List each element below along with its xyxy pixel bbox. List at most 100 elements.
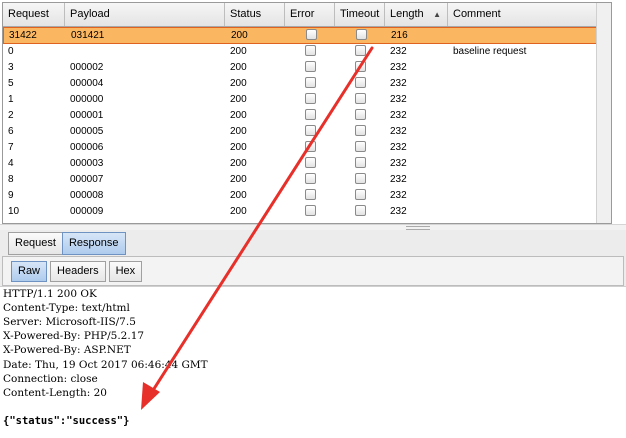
cell-error xyxy=(285,156,335,172)
error-checkbox[interactable] xyxy=(304,44,316,56)
cell-request: 9 xyxy=(8,190,14,201)
cell-timeout xyxy=(335,188,385,204)
cell-comment xyxy=(448,92,611,108)
column-header-error[interactable]: Error xyxy=(285,3,335,26)
error-checkbox[interactable] xyxy=(305,28,317,40)
response-header-line: X-Powered-By: ASP.NET xyxy=(3,344,131,356)
cell-error xyxy=(285,188,335,204)
cell-request: 8 xyxy=(8,174,14,185)
cell-payload: 000006 xyxy=(70,142,104,153)
table-row[interactable]: 8 000007 200 232 xyxy=(3,172,611,188)
cell-request: 2 xyxy=(8,110,14,121)
timeout-checkbox[interactable] xyxy=(354,204,366,216)
table-row[interactable]: 5 000004 200 232 xyxy=(3,76,611,92)
cell-status: 200 xyxy=(230,110,247,121)
timeout-checkbox[interactable] xyxy=(354,156,366,168)
cell-length: 232 xyxy=(390,62,407,73)
error-checkbox[interactable] xyxy=(304,204,316,216)
cell-status: 200 xyxy=(230,126,247,137)
cell-status: 200 xyxy=(230,62,247,73)
tab-raw[interactable]: Raw xyxy=(11,261,48,282)
table-row[interactable]: 9 000008 200 232 xyxy=(3,188,611,204)
response-raw-view[interactable]: HTTP/1.1 200 OK Content-Type: text/html … xyxy=(0,286,626,438)
error-checkbox[interactable] xyxy=(304,60,316,72)
table-row[interactable]: 7 000006 200 232 xyxy=(3,140,611,156)
response-header-line: Date: Thu, 19 Oct 2017 06:46:44 GMT xyxy=(3,359,208,371)
error-checkbox[interactable] xyxy=(304,92,316,104)
cell-timeout xyxy=(335,172,385,188)
response-body: {"status":"success"} xyxy=(3,415,130,427)
cell-payload: 000003 xyxy=(70,158,104,169)
cell-status: 200 xyxy=(230,190,247,201)
table-row[interactable]: 4 000003 200 232 xyxy=(3,156,611,172)
cell-timeout xyxy=(335,204,385,220)
column-header-status[interactable]: Status xyxy=(225,3,285,26)
results-table: Request Payload Status Error Timeout Len… xyxy=(2,2,612,224)
cell-length: 232 xyxy=(390,78,407,89)
cell-payload: 000005 xyxy=(70,126,104,137)
column-header-comment[interactable]: Comment xyxy=(448,3,611,26)
cell-length: 232 xyxy=(390,158,407,169)
error-checkbox[interactable] xyxy=(304,156,316,168)
cell-request: 10 xyxy=(8,206,20,217)
tab-headers[interactable]: Headers xyxy=(50,261,106,282)
cell-comment xyxy=(448,140,611,156)
cell-error xyxy=(285,140,335,156)
cell-request: 6 xyxy=(8,126,14,137)
table-scrollbar[interactable] xyxy=(596,3,611,223)
error-checkbox[interactable] xyxy=(304,124,316,136)
table-row[interactable]: 10 000009 200 232 xyxy=(3,204,611,220)
column-header-length[interactable]: Length ▲ xyxy=(385,3,448,26)
error-checkbox[interactable] xyxy=(304,172,316,184)
cell-request: 7 xyxy=(8,142,14,153)
table-row[interactable]: 2 000001 200 232 xyxy=(3,108,611,124)
cell-payload: 000007 xyxy=(70,174,104,185)
cell-length: 232 xyxy=(390,142,407,153)
timeout-checkbox[interactable] xyxy=(354,172,366,184)
table-row[interactable]: 1 000000 200 232 xyxy=(3,92,611,108)
cell-comment: baseline request xyxy=(453,46,527,57)
error-checkbox[interactable] xyxy=(304,108,316,120)
cell-length: 232 xyxy=(390,110,407,121)
timeout-checkbox[interactable] xyxy=(354,108,366,120)
cell-error xyxy=(285,108,335,124)
response-status-line: HTTP/1.1 200 OK xyxy=(3,288,97,300)
tab-response[interactable]: Response xyxy=(61,232,126,255)
timeout-checkbox[interactable] xyxy=(354,124,366,136)
timeout-checkbox[interactable] xyxy=(354,92,366,104)
cell-timeout xyxy=(335,108,385,124)
column-header-payload[interactable]: Payload xyxy=(65,3,225,26)
cell-status: 200 xyxy=(230,78,247,89)
table-row[interactable]: 0 200 232 baseline request xyxy=(3,44,611,60)
cell-status: 200 xyxy=(230,206,247,217)
cell-timeout xyxy=(335,124,385,140)
error-checkbox[interactable] xyxy=(304,76,316,88)
cell-timeout xyxy=(335,92,385,108)
timeout-checkbox[interactable] xyxy=(354,140,366,152)
cell-error xyxy=(285,124,335,140)
timeout-checkbox[interactable] xyxy=(354,76,366,88)
cell-timeout xyxy=(335,76,385,92)
cell-status: 200 xyxy=(230,142,247,153)
column-header-timeout[interactable]: Timeout xyxy=(335,3,385,26)
column-header-request[interactable]: Request xyxy=(3,3,65,26)
timeout-checkbox[interactable] xyxy=(354,188,366,200)
cell-error xyxy=(285,92,335,108)
table-row[interactable]: 6 000005 200 232 xyxy=(3,124,611,140)
error-checkbox[interactable] xyxy=(304,140,316,152)
cell-length: 232 xyxy=(390,206,407,217)
response-header-line: X-Powered-By: PHP/5.2.17 xyxy=(3,330,145,342)
cell-comment xyxy=(448,172,611,188)
response-header-line: Content-Type: text/html xyxy=(3,302,130,314)
tab-request[interactable]: Request xyxy=(8,232,63,255)
table-row[interactable]: 3 000002 200 232 xyxy=(3,60,611,76)
cell-payload: 000008 xyxy=(70,190,104,201)
table-row-selected[interactable]: 31422 031421 200 216 xyxy=(3,27,611,44)
timeout-checkbox[interactable] xyxy=(354,44,366,56)
column-header-length-label: Length xyxy=(390,8,424,20)
timeout-checkbox[interactable] xyxy=(355,28,367,40)
cell-comment xyxy=(449,28,610,43)
tab-hex[interactable]: Hex xyxy=(108,261,143,282)
timeout-checkbox[interactable] xyxy=(354,60,366,72)
error-checkbox[interactable] xyxy=(304,188,316,200)
